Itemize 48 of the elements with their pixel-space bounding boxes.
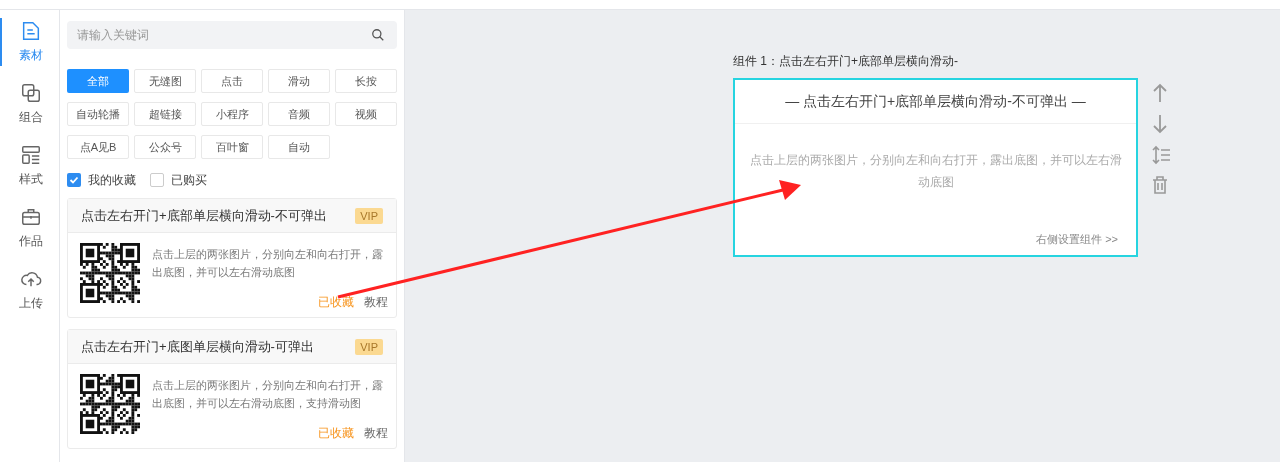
checkbox-label: 已购买 [171,172,207,189]
nav-tab[interactable]: 样式 [0,142,59,190]
filter-tag[interactable]: 长按 [335,69,397,93]
nav-tab[interactable]: 作品 [0,204,59,252]
arrow-up-icon[interactable] [1152,83,1168,103]
filter-tag[interactable]: 音频 [268,102,330,126]
line-spacing-icon[interactable] [1152,145,1170,165]
checkmark-icon [69,175,79,185]
component-label: 组件 1：点击左右开门+底部单层横向滑动- [733,53,959,70]
qr-code [80,374,140,434]
search-icon [371,28,385,42]
search-field[interactable]: 请输入关键词 [67,21,397,49]
filter-tag[interactable]: 视频 [335,102,397,126]
filter-tag[interactable]: 点击 [201,69,263,93]
layout-icon [19,144,42,166]
overlapping-squares-icon [19,82,42,104]
filter-tag[interactable]: 超链接 [134,102,196,126]
arrow-down-icon[interactable] [1152,114,1168,134]
checkbox[interactable] [67,173,81,187]
filter-tag[interactable]: 小程序 [201,102,263,126]
filter-tag[interactable]: 点A见B [67,135,129,159]
checkbox-label: 我的收藏 [88,172,136,189]
vip-badge: VIP [355,338,383,355]
material-card[interactable]: 点击左右开门+底部单层横向滑动-不可弹出 VIP 点击上层的两张图片，分别向左和向右打开，露出底图，并可以左右滑动底图 已收藏 教程 [67,198,397,318]
filter-tag[interactable]: 公众号 [134,135,196,159]
nav-tab[interactable]: 上传 [0,266,59,314]
qr-code [80,243,140,303]
filter-tag[interactable]: 无缝图 [134,69,196,93]
tutorial-link[interactable]: 教程 [364,293,388,311]
vip-badge: VIP [355,207,383,224]
material-description: 点击上层的两张图片，分别向左和向右打开，露出底图，并可以左右滑动底图，支持滑动图 [152,378,384,411]
material-title: 点击左右开门+底图单层横向滑动-可弹出 [81,337,314,356]
filter-tag[interactable]: 自动 [268,135,330,159]
filter-tag[interactable]: 百叶窗 [201,135,263,159]
material-title: 点击左右开门+底部单层横向滑动-不可弹出 [81,206,327,225]
component-card[interactable]: — 点击左右开门+底部单层横向滑动-不可弹出 — 点击上层的两张图片，分别向左和向右打开，露出底图，并可以左右滑动底图 右侧设置组件 >> [733,78,1138,257]
material-description: 点击上层的两张图片，分别向左和向右打开，露出底图，并可以左右滑动底图 [152,247,384,280]
briefcase-icon [19,206,42,228]
component-description: 点击上层的两张图片，分别向左和向右打开，露出底图，并可以左右滑动底图 [748,152,1123,191]
tutorial-link[interactable]: 教程 [364,424,388,442]
component-title: — 点击左右开门+底部单层横向滑动-不可弹出 — [735,80,1136,124]
nav-tab[interactable]: 组合 [0,80,59,128]
trash-icon[interactable] [1152,176,1168,194]
checkbox[interactable] [150,173,164,187]
material-card[interactable]: 点击左右开门+底图单层横向滑动-可弹出 VIP 点击上层的两张图片，分别向左和向右打开，露出底图，并可以左右滑动底图，支持滑动图 已收藏 教程 [67,329,397,449]
filter-tag[interactable]: 滑动 [268,69,330,93]
settings-link[interactable]: 右侧设置组件 >> [1036,230,1118,247]
filter-tag[interactable]: 自动轮播 [67,102,129,126]
